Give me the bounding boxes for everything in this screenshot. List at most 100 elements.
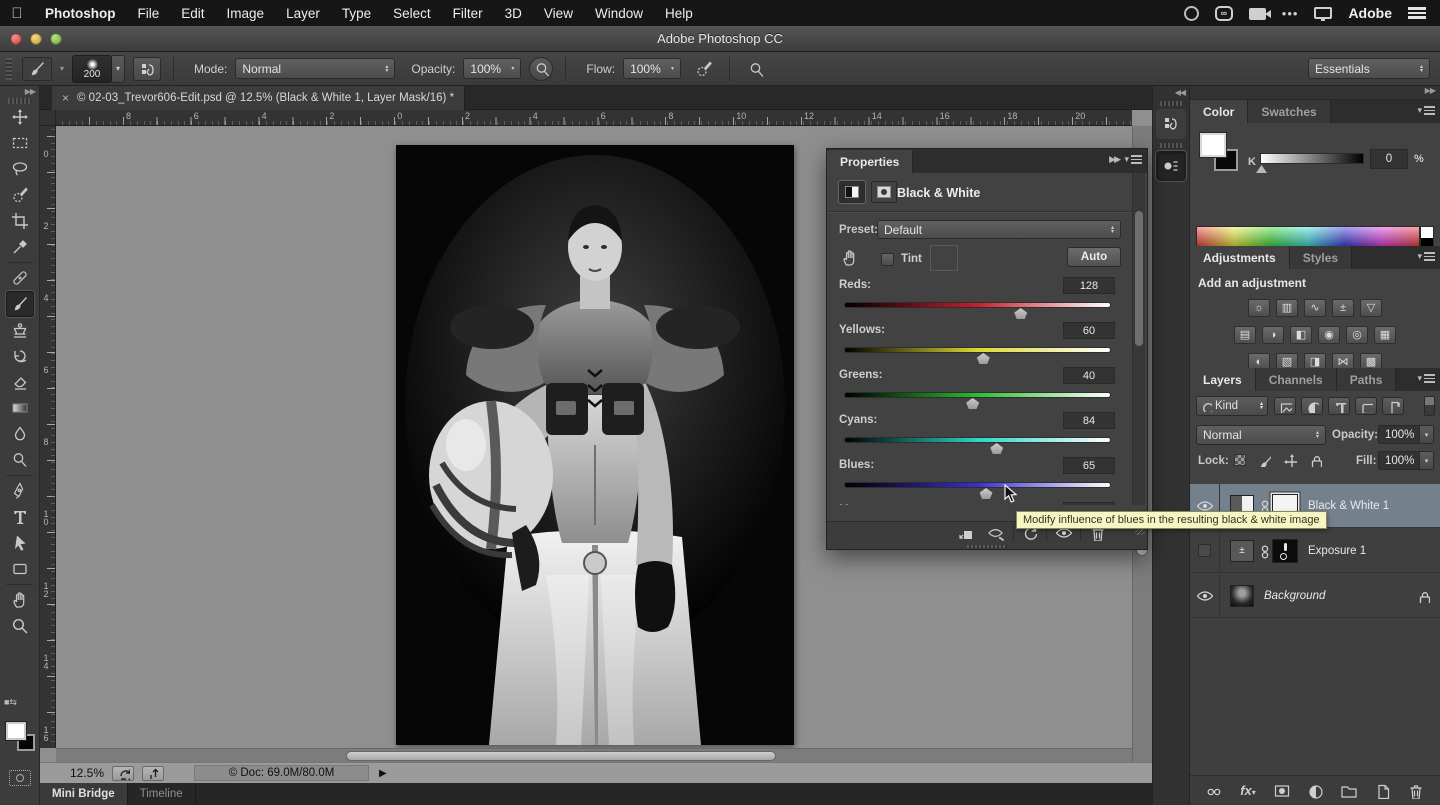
tint-color-swatch[interactable] xyxy=(930,245,958,271)
tab-swatches[interactable]: Swatches xyxy=(1248,100,1330,123)
link-layers-icon[interactable] xyxy=(1207,783,1223,799)
foreground-color-swatch-panel[interactable] xyxy=(1200,133,1226,157)
layer-visibility-toggle[interactable] xyxy=(1190,574,1220,618)
layer-filter-kind-dropdown[interactable]: Kind ▴▾ xyxy=(1196,396,1268,416)
layer-name[interactable]: Black & White 1 xyxy=(1308,500,1389,512)
opacity-dropdown[interactable]: 100% ▾ xyxy=(463,58,521,79)
lock-pixels-icon[interactable] xyxy=(1256,452,1272,468)
brush-tool[interactable] xyxy=(6,291,34,317)
menu-view[interactable]: View xyxy=(533,6,584,21)
pressure-size-icon[interactable] xyxy=(742,57,770,81)
layer-mask-link-icon[interactable] xyxy=(1254,543,1272,559)
tab-adjustments[interactable]: Adjustments xyxy=(1190,246,1290,269)
healing-brush-tool[interactable] xyxy=(6,265,34,291)
preset-dropdown[interactable]: Default ▴▾ xyxy=(877,220,1121,239)
slider-thumb[interactable] xyxy=(990,443,1003,454)
layer-fill-dropdown[interactable]: 100% ▾ xyxy=(1378,451,1434,470)
exposure-layer-thumbnail[interactable]: ± xyxy=(1230,540,1254,562)
slider-value-field[interactable]: 128 xyxy=(1063,277,1115,294)
eyedropper-tool[interactable] xyxy=(6,234,34,260)
slider-track[interactable] xyxy=(844,392,1111,398)
current-tool-icon[interactable] xyxy=(22,57,52,81)
default-swap-colors-icon[interactable]: ■⇆ xyxy=(4,697,36,713)
brush-preset-picker[interactable]: 200 xyxy=(72,55,112,83)
layer-opacity-dropdown[interactable]: 100% ▾ xyxy=(1378,425,1434,444)
lasso-tool[interactable] xyxy=(6,156,34,182)
slider-value-field[interactable]: 65 xyxy=(1063,457,1115,474)
tab-layers[interactable]: Layers xyxy=(1190,368,1256,391)
close-document-icon[interactable]: × xyxy=(62,91,69,105)
curves-icon[interactable]: ∿ xyxy=(1304,299,1326,317)
slider-value-field[interactable]: 80 xyxy=(1063,502,1115,505)
exposure-mask-thumbnail[interactable] xyxy=(1272,539,1298,563)
tab-channels[interactable]: Channels xyxy=(1256,368,1337,391)
tab-styles[interactable]: Styles xyxy=(1290,246,1352,269)
pen-tool[interactable] xyxy=(6,478,34,504)
menu-edit[interactable]: Edit xyxy=(170,6,215,21)
quick-select-tool[interactable] xyxy=(6,182,34,208)
tab-paths[interactable]: Paths xyxy=(1337,368,1397,391)
display-icon[interactable] xyxy=(1314,7,1332,19)
tab-timeline[interactable]: Timeline xyxy=(128,783,196,805)
zoom-level-field[interactable]: 12.5% xyxy=(70,766,104,780)
document-size-info[interactable]: © Doc: 69.0M/80.0M xyxy=(194,765,369,781)
properties-panel-icon[interactable] xyxy=(1156,151,1186,181)
background-layer-thumbnail[interactable] xyxy=(1230,585,1254,607)
slider-thumb[interactable] xyxy=(966,398,979,409)
photo-filter-icon[interactable]: ◉ xyxy=(1318,326,1340,344)
bw-adjustment-icon[interactable] xyxy=(839,181,865,203)
zoom-window-button[interactable] xyxy=(50,33,62,45)
marquee-tool[interactable] xyxy=(6,130,34,156)
layer-blend-mode-dropdown[interactable]: Normal ▴▾ xyxy=(1196,425,1326,445)
slider-track[interactable] xyxy=(844,347,1111,353)
filter-pixel-layers-icon[interactable] xyxy=(1274,397,1296,415)
slider-thumb[interactable] xyxy=(1014,308,1027,319)
properties-collapse-icon[interactable]: ▶▶ xyxy=(1109,154,1119,165)
foreground-color-swatch[interactable] xyxy=(6,722,26,740)
properties-panel-menu-icon[interactable]: ▾ xyxy=(1124,154,1142,165)
gradient-tool[interactable] xyxy=(6,395,34,421)
vibrance-icon[interactable]: ▽ xyxy=(1360,299,1382,317)
tab-properties[interactable]: Properties xyxy=(827,150,913,173)
mask-properties-icon[interactable] xyxy=(871,181,897,203)
move-tool[interactable] xyxy=(6,104,34,130)
slider-track[interactable] xyxy=(844,302,1111,308)
history-panel-icon[interactable] xyxy=(1156,109,1186,139)
filter-type-layers-icon[interactable] xyxy=(1328,397,1350,415)
dock-collapse-icon[interactable]: ◀◀ xyxy=(1153,86,1189,97)
live-preview-icon[interactable] xyxy=(112,766,134,781)
layer-row-exposure[interactable]: ± Exposure 1 xyxy=(1190,529,1440,573)
clip-to-layer-icon[interactable] xyxy=(957,525,973,541)
slider-track[interactable] xyxy=(844,437,1111,443)
dock-grip[interactable] xyxy=(1160,101,1182,106)
layer-name[interactable]: Background xyxy=(1264,590,1325,602)
dock-grip-2[interactable] xyxy=(1160,143,1182,148)
layer-styles-icon[interactable]: fx▾ xyxy=(1240,783,1256,798)
hue-saturation-icon[interactable]: ▤ xyxy=(1234,326,1256,344)
menu-filter[interactable]: Filter xyxy=(442,6,494,21)
creative-cloud-icon[interactable]: ∞ xyxy=(1215,6,1233,21)
panel-drag-handle[interactable] xyxy=(967,545,1007,548)
menu-window[interactable]: Window xyxy=(584,6,654,21)
overflow-dots-icon[interactable]: ••• xyxy=(1282,6,1299,21)
horizontal-scrollbar[interactable] xyxy=(56,748,1132,762)
menu-select[interactable]: Select xyxy=(382,6,442,21)
menu-3d[interactable]: 3D xyxy=(494,6,533,21)
menu-file[interactable]: File xyxy=(127,6,171,21)
properties-scrollbar[interactable] xyxy=(1132,173,1145,505)
slider-track[interactable] xyxy=(844,482,1111,488)
color-balance-icon[interactable]: ◑ xyxy=(1262,326,1284,344)
dodge-tool[interactable] xyxy=(6,447,34,473)
black-white-icon[interactable]: ◧ xyxy=(1290,326,1312,344)
ruler-corner[interactable] xyxy=(40,110,56,126)
brightness-contrast-icon[interactable]: ☼ xyxy=(1248,299,1270,317)
toggle-brush-panel-button[interactable] xyxy=(133,57,161,81)
slider-value-field[interactable]: 84 xyxy=(1063,412,1115,429)
toolbar-collapse-icon[interactable]: ▶▶ xyxy=(0,86,39,98)
type-tool[interactable] xyxy=(6,504,34,530)
k-slider-thumb[interactable] xyxy=(1256,165,1267,173)
color-lookup-icon[interactable]: ▦ xyxy=(1374,326,1396,344)
view-previous-state-icon[interactable] xyxy=(987,525,1005,541)
blur-tool[interactable] xyxy=(6,421,34,447)
menu-help[interactable]: Help xyxy=(654,6,704,21)
